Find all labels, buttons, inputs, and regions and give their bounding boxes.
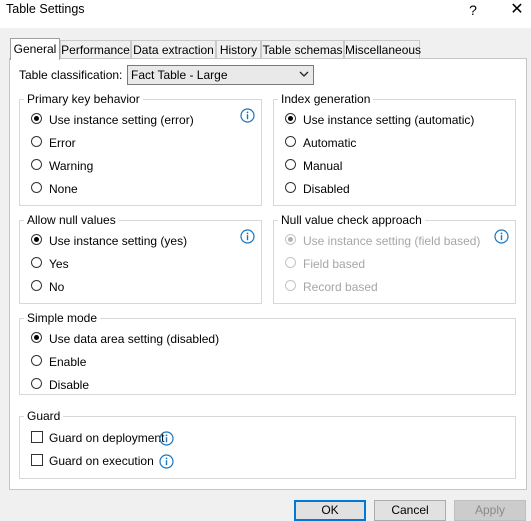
radio-dot [31,355,42,366]
info-icon[interactable] [240,229,255,244]
radio-dot [285,182,296,193]
checkbox-box [31,431,43,443]
help-button[interactable]: ? [462,0,484,22]
radio-label: None [49,182,78,196]
radio-label: Enable [49,355,87,369]
checkbox-label: Guard on deployment [49,431,165,445]
chevron-down-icon [299,71,309,77]
table-classification-dropdown[interactable]: Fact Table - Large [127,65,314,85]
radio-label: Field based [303,257,366,271]
radio-label: Use instance setting (yes) [49,234,188,248]
simple-mode-group: Simple mode [19,311,516,395]
radio-dot [285,113,296,124]
tab-history[interactable]: History [216,40,261,58]
radio-label: Use data area setting (disabled) [49,332,220,346]
general-tab-panel: Table classification: Fact Table - Large… [9,58,527,490]
close-button[interactable]: ✕ [505,0,529,22]
simple-mode-legend: Simple mode [27,311,98,325]
radio-dot [285,159,296,170]
radio-label: Disabled [303,182,350,196]
radio-dot [285,280,296,291]
radio-label: Warning [49,159,94,173]
radio-label: Use instance setting (error) [49,113,194,127]
null-value-check-legend: Null value check approach [281,213,422,227]
radio-label: Error [49,136,76,150]
radio-dot [31,159,42,170]
index-generation-legend: Index generation [281,92,371,106]
table-classification-label: Table classification: [19,68,123,82]
tab-miscellaneous[interactable]: Miscellaneous [344,40,421,58]
radio-dot [31,234,42,245]
radio-label: Yes [49,257,69,271]
table-classification-value: Fact Table - Large [131,68,228,82]
info-icon[interactable] [159,431,174,446]
info-icon[interactable] [159,454,174,469]
checkbox-box [31,454,43,466]
radio-label: Record based [303,280,378,294]
checkbox-label: Guard on execution [49,454,154,468]
radio-label: Disable [49,378,90,392]
allow-null-values-legend: Allow null values [27,213,116,227]
radio-dot [285,257,296,268]
radio-dot [31,378,42,389]
window-title: Table Settings [6,2,85,16]
radio-label: Use instance setting (field based) [303,234,481,248]
apply-button[interactable]: Apply [454,500,526,521]
radio-dot [285,234,296,245]
radio-label: Manual [303,159,343,173]
info-icon[interactable] [240,108,255,123]
info-icon[interactable] [494,229,509,244]
tab-general[interactable]: General [10,38,60,60]
tab-data-extraction[interactable]: Data extraction [131,40,216,58]
ok-button[interactable]: OK [294,500,366,521]
radio-label: Use instance setting (automatic) [303,113,475,127]
radio-dot [31,332,42,343]
radio-label: No [49,280,65,294]
radio-dot [31,257,42,268]
radio-dot [31,136,42,147]
radio-dot [31,113,42,124]
radio-dot [31,182,42,193]
tab-performance[interactable]: Performance [60,40,131,58]
tab-table-schemas[interactable]: Table schemas [261,40,344,58]
guard-legend: Guard [27,409,61,423]
radio-label: Automatic [303,136,357,150]
radio-dot [31,280,42,291]
primary-key-behavior-legend: Primary key behavior [27,92,140,106]
title-bar: Table Settings ? ✕ [0,0,531,28]
radio-dot [285,136,296,147]
cancel-button[interactable]: Cancel [374,500,446,521]
